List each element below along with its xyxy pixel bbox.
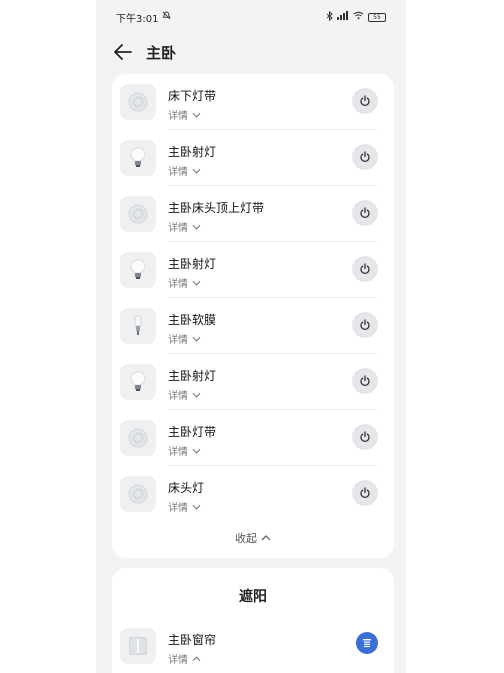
power-button[interactable] (352, 368, 378, 394)
bluetooth-icon (326, 10, 333, 24)
soft-film-light-icon (120, 308, 156, 344)
power-icon (360, 375, 370, 387)
power-icon (360, 319, 370, 331)
page-title: 主卧 (146, 43, 177, 62)
device-detail-toggle[interactable]: 详情 (168, 387, 201, 402)
device-detail-toggle[interactable]: 详情 (168, 163, 201, 178)
device-name: 主卧床头顶上灯带 (168, 201, 265, 215)
bulb-icon (120, 364, 156, 400)
power-button[interactable] (352, 424, 378, 450)
light-strip-icon (120, 196, 156, 232)
power-icon (360, 95, 370, 107)
device-detail-label: 详情 (168, 111, 188, 122)
power-button[interactable] (352, 256, 378, 282)
device-name: 主卧软膜 (168, 313, 217, 327)
device-detail-label: 详情 (168, 503, 188, 514)
device-detail-toggle[interactable]: 详情 (168, 107, 201, 122)
curtain-control-icon (363, 639, 371, 648)
power-icon (360, 151, 370, 163)
curtain-detail-toggle[interactable]: 详情 (168, 651, 201, 666)
curtain-name: 主卧窗帘 (168, 633, 217, 647)
curtain-row[interactable]: 主卧窗帘 详情 (112, 618, 394, 673)
bulb-icon (120, 252, 156, 288)
shade-section-card: 遮阳 主卧窗帘 详情 (112, 568, 394, 673)
device-row[interactable]: 主卧射灯 详情 (112, 354, 394, 410)
collapse-button[interactable]: 收起 (112, 530, 394, 546)
device-detail-label: 详情 (168, 167, 188, 178)
device-detail-label: 详情 (168, 279, 188, 290)
device-row[interactable]: 主卧软膜 详情 (112, 298, 394, 354)
section-title: 遮阳 (239, 589, 267, 605)
device-detail-toggle[interactable]: 详情 (168, 443, 201, 458)
device-row[interactable]: 主卧射灯 详情 (112, 130, 394, 186)
chevron-up-icon (192, 655, 201, 661)
chevron-down-icon (192, 280, 201, 286)
phone-screen: 下午3:01 55 主卧 床下灯带 详情 主卧射灯 详情 主卧床头顶上灯带 详情 主卧射灯详… (96, 0, 406, 673)
mute-icon (162, 11, 171, 23)
back-arrow-icon[interactable] (114, 42, 134, 62)
chevron-down-icon (192, 336, 201, 342)
status-bar: 下午3:01 55 (96, 0, 406, 34)
chevron-down-icon (192, 168, 201, 174)
power-button[interactable] (352, 312, 378, 338)
light-strip-icon (120, 476, 156, 512)
curtain-control-button[interactable] (356, 632, 378, 654)
wifi-icon (353, 11, 364, 23)
chevron-down-icon (192, 504, 201, 510)
device-list-card: 床下灯带 详情 主卧射灯 详情 主卧床头顶上灯带 详情 主卧射灯 详情 主卧软膜 详情 主卧射灯 详情… (112, 74, 394, 558)
chevron-down-icon (192, 392, 201, 398)
power-button[interactable] (352, 144, 378, 170)
device-row[interactable]: 主卧床头顶上灯带 详情 (112, 186, 394, 242)
nav-bar: 主卧 (96, 34, 406, 70)
chevron-down-icon (192, 448, 201, 454)
device-detail-label: 详情 (168, 335, 188, 346)
light-strip-icon (120, 84, 156, 120)
device-name: 主卧射灯 (168, 257, 217, 271)
power-button[interactable] (352, 88, 378, 114)
device-detail-label: 详情 (168, 391, 188, 402)
device-row[interactable]: 床下灯带 详情 (112, 74, 394, 130)
chevron-down-icon (192, 224, 201, 230)
device-name: 主卧射灯 (168, 145, 217, 159)
light-strip-icon (120, 420, 156, 456)
device-detail-toggle[interactable]: 详情 (168, 275, 201, 290)
device-row[interactable]: 主卧射灯 详情 (112, 242, 394, 298)
device-detail-toggle[interactable]: 详情 (168, 331, 201, 346)
power-button[interactable] (352, 480, 378, 506)
status-time: 下午3:01 (116, 13, 159, 25)
device-name: 床头灯 (168, 481, 205, 495)
device-row[interactable]: 主卧灯带 详情 (112, 410, 394, 466)
device-row[interactable]: 床头灯 详情 (112, 466, 394, 522)
device-name: 主卧射灯 (168, 369, 217, 383)
device-detail-toggle[interactable]: 详情 (168, 499, 201, 514)
device-detail-toggle[interactable]: 详情 (168, 219, 201, 234)
power-icon (360, 263, 370, 275)
curtain-icon (120, 628, 156, 664)
chevron-down-icon (192, 112, 201, 118)
device-detail-label: 详情 (168, 223, 188, 234)
signal-icon (337, 11, 349, 23)
power-icon (360, 487, 370, 499)
device-name: 主卧灯带 (168, 425, 217, 439)
chevron-up-icon (261, 535, 271, 541)
curtain-detail-label: 详情 (168, 655, 188, 666)
power-icon (360, 431, 370, 443)
battery-icon: 55 (368, 12, 386, 22)
bulb-icon (120, 140, 156, 176)
power-icon (360, 207, 370, 219)
collapse-label: 收起 (235, 532, 257, 545)
device-name: 床下灯带 (168, 89, 217, 103)
power-button[interactable] (352, 200, 378, 226)
device-detail-label: 详情 (168, 447, 188, 458)
